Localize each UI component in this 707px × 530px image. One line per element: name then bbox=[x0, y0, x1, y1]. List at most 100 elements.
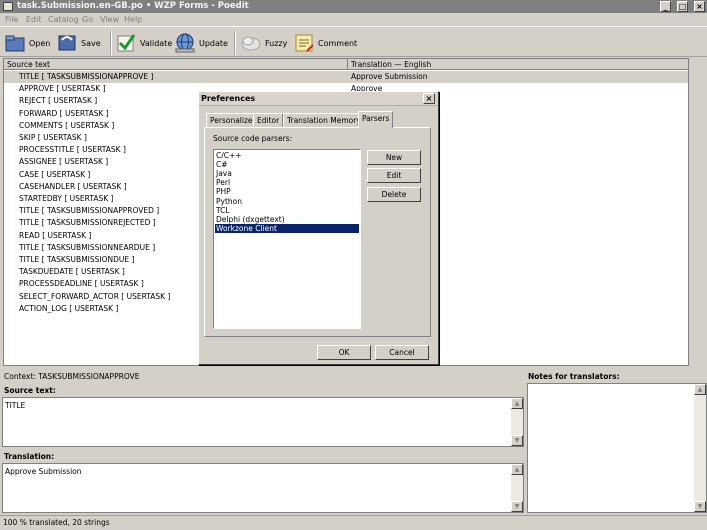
new-button[interactable]: New bbox=[367, 150, 421, 165]
row-source-text: CASEHANDLER [ USERTASK ] bbox=[19, 181, 127, 191]
row-source-text: CASE [ USERTASK ] bbox=[19, 169, 91, 179]
table-row[interactable]: TITLE [ TASKSUBMISSIONAPPROVE ] Approve S… bbox=[4, 71, 688, 83]
tab-parsers[interactable]: Parsers bbox=[358, 111, 394, 128]
row-source-text: SKIP [ USERTASK ] bbox=[19, 133, 87, 142]
toolbar-separator bbox=[110, 31, 112, 55]
parser-item[interactable]: Java bbox=[215, 169, 359, 178]
menu-go[interactable]: Go bbox=[82, 14, 93, 26]
minimize-button[interactable]: _ bbox=[660, 1, 671, 12]
window-title: task.Submission.en-GB.po • WZP Forms - P… bbox=[17, 1, 249, 11]
close-window-button[interactable]: × bbox=[694, 1, 705, 12]
row-source-text: SELECT_FORWARD_ACTOR [ USERTASK ] bbox=[19, 291, 171, 301]
source-text-heading: Source text: bbox=[4, 386, 56, 395]
row-source-text: ACTION_LOG [ USERTASK ] bbox=[19, 303, 119, 313]
cloud-icon bbox=[240, 32, 262, 54]
menu-file[interactable]: File bbox=[5, 14, 18, 26]
row-source-text: STARTEDBY [ USERTASK ] bbox=[19, 194, 114, 203]
fuzzy-label: Fuzzy bbox=[265, 38, 288, 48]
status-bar: 100 % translated, 20 strings bbox=[0, 515, 707, 530]
save-icon bbox=[56, 32, 78, 54]
edit-button[interactable]: Edit bbox=[367, 168, 421, 183]
dialog-close-button[interactable]: × bbox=[423, 93, 435, 104]
menu-help[interactable]: Help bbox=[124, 14, 142, 26]
translation-scrollbar[interactable]: ▲ ▼ bbox=[511, 464, 523, 512]
row-source-text: PROCESSDEADLINE [ USERTASK ] bbox=[19, 279, 144, 289]
column-translation[interactable]: Translation — English bbox=[348, 59, 688, 70]
menu-view[interactable]: View bbox=[100, 14, 119, 26]
source-text-value: TITLE bbox=[5, 401, 26, 410]
status-text: 100 % translated, 20 strings bbox=[3, 518, 110, 527]
source-text-box: TITLE ▲ ▼ bbox=[2, 397, 524, 447]
translation-heading: Translation: bbox=[4, 452, 55, 461]
notes-scrollbar[interactable]: ▲ ▼ bbox=[694, 384, 706, 512]
comment-icon bbox=[293, 32, 315, 54]
notes-box[interactable]: ▲ ▼ bbox=[527, 383, 707, 513]
list-scrollbar[interactable] bbox=[689, 58, 707, 366]
app-icon bbox=[3, 2, 13, 11]
scroll-down-icon[interactable]: ▼ bbox=[694, 501, 706, 512]
dialog-title-bar: Preferences × bbox=[199, 92, 438, 106]
menu-catalog[interactable]: Catalog bbox=[48, 14, 79, 26]
scroll-down-icon[interactable]: ▼ bbox=[511, 435, 523, 446]
row-source-text: TITLE [ TASKSUBMISSIONAPPROVE ] bbox=[19, 72, 154, 81]
source-scrollbar[interactable]: ▲ ▼ bbox=[511, 398, 523, 446]
tab-translation-memory[interactable]: Translation Memory bbox=[283, 113, 365, 127]
row-source-text: TASKDUEDATE [ USERTASK ] bbox=[19, 267, 125, 277]
parser-item[interactable]: Perl bbox=[215, 178, 359, 187]
parsers-label: Source code parsers: bbox=[213, 134, 293, 143]
update-button[interactable]: Update bbox=[174, 30, 228, 56]
comment-label: Comment bbox=[318, 38, 358, 48]
folder-icon bbox=[4, 32, 26, 54]
parser-item[interactable]: C# bbox=[215, 160, 359, 169]
open-button[interactable]: Open bbox=[4, 30, 50, 56]
row-source-text: TITLE [ TASKSUBMISSIONDUE ] bbox=[19, 255, 135, 264]
parser-item[interactable]: C/C++ bbox=[215, 151, 359, 160]
row-source-text: READ [ USERTASK ] bbox=[19, 230, 92, 240]
scroll-down-icon[interactable]: ▼ bbox=[511, 501, 523, 512]
context-label: Context: TASKSUBMISSIONAPPROVE bbox=[4, 372, 140, 381]
list-header: Source text Translation — English bbox=[4, 59, 688, 70]
parser-item[interactable]: Delphi (dxgettext) bbox=[215, 215, 359, 224]
fuzzy-button[interactable]: Fuzzy bbox=[240, 30, 287, 56]
parser-item[interactable]: Python bbox=[215, 197, 359, 206]
checkmark-icon bbox=[115, 32, 137, 54]
toolbar: Open Save Validate Update Fuzzy Comment bbox=[0, 26, 707, 57]
menu-edit[interactable]: Edit bbox=[26, 14, 42, 26]
parser-list[interactable]: C/C++ C# Java Perl PHP Python TCL Delphi (dxget… bbox=[213, 149, 361, 329]
row-translation: Approve Submission bbox=[351, 72, 428, 81]
update-label: Update bbox=[199, 38, 228, 48]
column-source-text[interactable]: Source text bbox=[4, 59, 348, 70]
maximize-button[interactable]: □ bbox=[677, 1, 688, 12]
validate-button[interactable]: Validate bbox=[115, 30, 172, 56]
menu-bar: File Edit Catalog Go View Help bbox=[0, 13, 707, 26]
tab-personalize[interactable]: Personalize bbox=[206, 113, 257, 127]
globe-update-icon bbox=[174, 32, 196, 54]
row-source-text: ASSIGNEE [ USERTASK ] bbox=[19, 157, 109, 167]
parser-item[interactable]: PHP bbox=[215, 187, 359, 196]
title-bar: task.Submission.en-GB.po • WZP Forms - P… bbox=[0, 0, 707, 13]
translation-input[interactable]: Approve Submission ▲ ▼ bbox=[2, 463, 524, 513]
open-label: Open bbox=[29, 38, 51, 48]
row-source-text: APPROVE [ USERTASK ] bbox=[19, 84, 106, 94]
save-label: Save bbox=[81, 38, 101, 48]
delete-button[interactable]: Delete bbox=[367, 187, 421, 202]
row-source-text: FORWARD [ USERTASK ] bbox=[19, 108, 109, 118]
row-source-text: PROCESSTITLE [ USERTASK ] bbox=[19, 145, 126, 155]
comment-button[interactable]: Comment bbox=[293, 30, 357, 56]
scroll-up-icon[interactable]: ▲ bbox=[511, 398, 523, 409]
preferences-dialog: Preferences × Personalize Editor Transla… bbox=[198, 91, 439, 365]
validate-label: Validate bbox=[140, 38, 173, 48]
tab-editor[interactable]: Editor bbox=[253, 113, 284, 127]
row-source-text: TITLE [ TASKSUBMISSIONREJECTED ] bbox=[19, 218, 156, 228]
row-source-text: TITLE [ TASKSUBMISSIONNEARDUE ] bbox=[19, 242, 156, 252]
parser-item[interactable]: TCL bbox=[215, 206, 359, 215]
row-source-text: REJECT [ USERTASK ] bbox=[19, 96, 98, 106]
toolbar-separator bbox=[234, 31, 236, 55]
scroll-up-icon[interactable]: ▲ bbox=[511, 464, 523, 475]
ok-button[interactable]: OK bbox=[317, 345, 371, 360]
scroll-up-icon[interactable]: ▲ bbox=[694, 384, 706, 395]
save-button[interactable]: Save bbox=[56, 30, 101, 56]
cancel-button[interactable]: Cancel bbox=[375, 345, 429, 360]
dialog-title: Preferences bbox=[201, 94, 256, 103]
parser-item[interactable]: Workzone Client bbox=[215, 223, 359, 233]
